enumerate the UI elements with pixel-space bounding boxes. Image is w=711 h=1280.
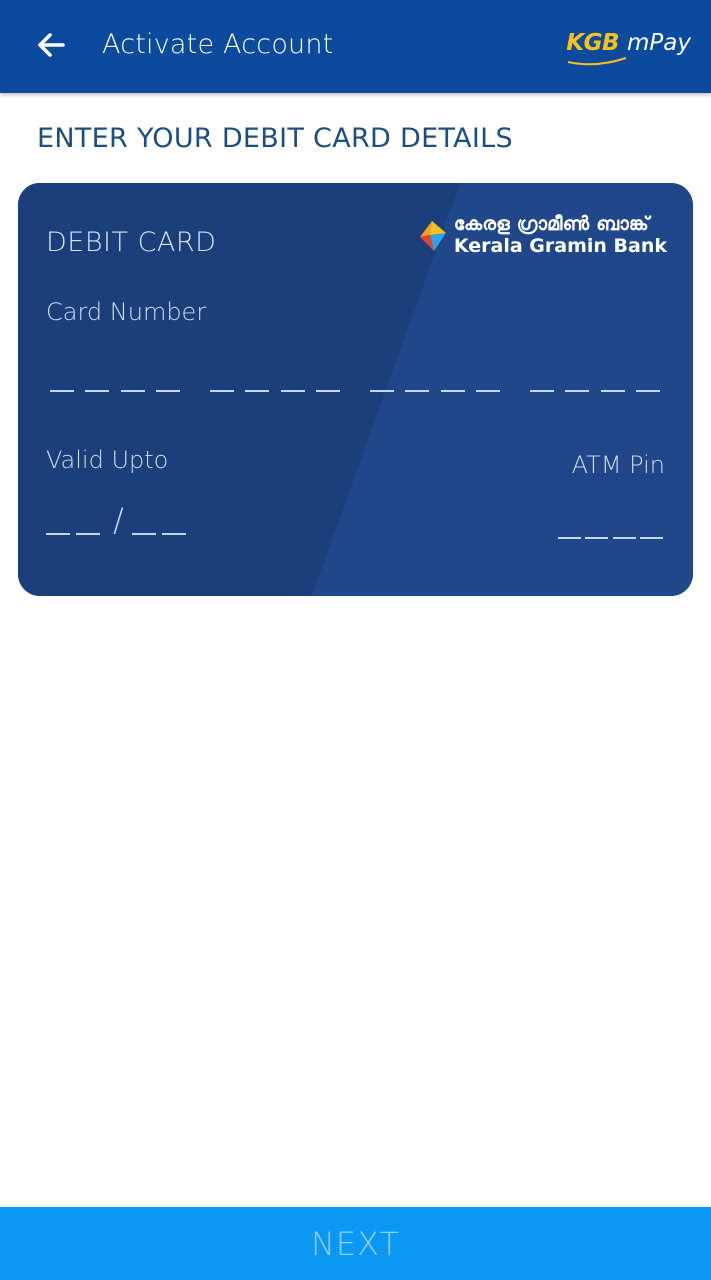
page-title: Activate Account bbox=[102, 29, 334, 60]
card-type-label: DEBIT CARD bbox=[46, 227, 217, 258]
expiry-year-digit bbox=[132, 533, 156, 535]
atm-pin-input[interactable] bbox=[558, 535, 663, 545]
kgb-mpay-logo: KGB mPay bbox=[566, 30, 691, 66]
bank-logo: കേരള ഗ്രാമീൺ ബാങ്ക് Kerala Gramin Bank bbox=[418, 215, 667, 256]
arrow-left-icon bbox=[38, 33, 65, 57]
section-heading: ENTER YOUR DEBIT CARD DETAILS bbox=[37, 123, 513, 154]
card-number-group-3[interactable] bbox=[370, 386, 500, 396]
card-number-group-1[interactable] bbox=[50, 386, 180, 396]
bank-name-malayalam: കേരള ഗ്രാമീൺ ബാങ്ക് bbox=[453, 213, 649, 235]
expiry-separator: / bbox=[113, 501, 124, 539]
card-number-input[interactable] bbox=[50, 386, 660, 398]
kgb-logo-icon bbox=[419, 220, 446, 251]
next-button[interactable]: NEXT bbox=[0, 1207, 711, 1280]
brand-kgb: KGB bbox=[566, 30, 620, 56]
back-button[interactable] bbox=[28, 22, 74, 68]
expiry-month-digit bbox=[46, 533, 70, 535]
brand-mpay: mPay bbox=[627, 30, 691, 56]
card-number-group-2[interactable] bbox=[210, 386, 340, 396]
bank-name: Kerala Gramin Bank bbox=[453, 235, 667, 257]
card-number-group-4[interactable] bbox=[530, 386, 660, 396]
expiry-input[interactable]: / bbox=[46, 501, 191, 541]
expiry-month-digit bbox=[76, 533, 100, 535]
card-number-label: Card Number bbox=[46, 298, 207, 326]
valid-upto-label: Valid Upto bbox=[46, 446, 169, 474]
debit-card: DEBIT CARD കേരള ഗ്രാമീൺ ബാങ്ക് Kerala Gr… bbox=[18, 183, 693, 596]
app-bar: Activate Account KGB mPay bbox=[0, 0, 711, 93]
expiry-year-digit bbox=[162, 533, 186, 535]
activate-account-screen: Activate Account KGB mPay ENTER YOUR DEB… bbox=[0, 0, 711, 1280]
atm-pin-label: ATM Pin bbox=[571, 451, 665, 479]
brand-swoosh-icon bbox=[567, 57, 627, 66]
next-button-label: NEXT bbox=[310, 1224, 401, 1263]
